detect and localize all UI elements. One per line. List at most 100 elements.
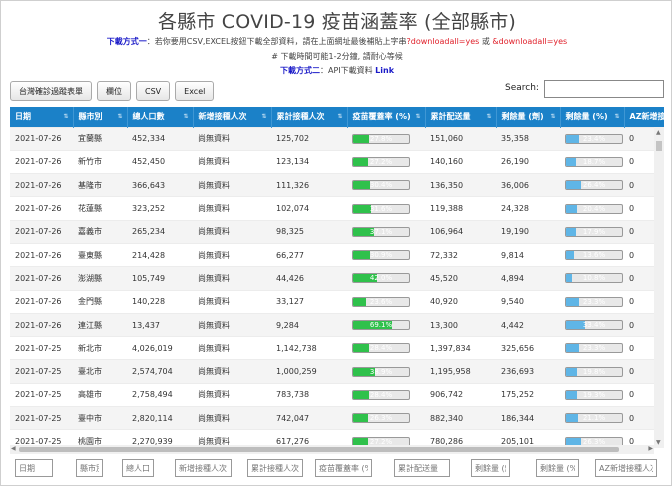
table-cell: 30.4%: [347, 173, 425, 197]
remaining-progress-bar: 33.4%: [565, 320, 623, 331]
table-cell: 151,060: [425, 126, 496, 151]
scroll-down-icon[interactable]: ▼: [656, 439, 661, 446]
column-header-label: 疫苗覆蓋率 (%): [352, 112, 411, 122]
table-row: 2021-07-25 新北市 4,026,019 尚無資料 1,142,738 28.4%…: [10, 336, 664, 360]
remaining-progress-bar: 10.8%: [565, 273, 623, 284]
sort-icon: ⇅: [614, 113, 620, 120]
table-cell: 66,277: [271, 242, 347, 267]
table-cell: 金門縣: [73, 289, 127, 314]
column-filter-input[interactable]: [595, 459, 657, 477]
table-row: 2021-07-25 臺北市 2,574,704 尚無資料 1,000,259 38.9%…: [10, 359, 664, 384]
page-title: 各縣市 COVID-19 疫苗涵蓋率 (全部縣市): [157, 11, 517, 33]
table-cell: 23.4%: [560, 126, 624, 151]
columns-button[interactable]: 欄位: [97, 81, 131, 101]
table-cell: 882,340: [425, 406, 496, 430]
table-cell: 72,332: [425, 242, 496, 267]
table-cell: 4,442: [496, 312, 560, 337]
table-cell: 98,325: [271, 219, 347, 244]
progress-value: 19.8%: [582, 367, 606, 376]
progress-value: 26.3%: [369, 414, 393, 423]
column-header-label: 新增接種人次: [198, 112, 247, 122]
table-cell: 2021-07-26: [10, 196, 73, 221]
table-cell: 26,190: [496, 149, 560, 174]
column-filter-input[interactable]: [175, 459, 232, 477]
api-link[interactable]: Link: [375, 66, 394, 75]
column-filter-input[interactable]: [76, 459, 103, 477]
progress-value: 27.2%: [369, 157, 393, 166]
table-cell: 325,656: [496, 336, 560, 360]
table-cell: 2021-07-25: [10, 406, 73, 430]
table-cell: 175,252: [496, 382, 560, 407]
column-filter-input[interactable]: [394, 459, 450, 477]
column-header-label: AZ新增接種人次: [629, 112, 665, 122]
vertical-scrollbar[interactable]: ▲ ▼: [654, 127, 664, 448]
column-filter-input[interactable]: [315, 459, 372, 477]
column-header-label: 累計配送量: [430, 112, 471, 122]
excel-button[interactable]: Excel: [175, 81, 215, 101]
table-cell: 2021-07-26: [10, 126, 73, 151]
column-filter-input[interactable]: [15, 459, 53, 477]
table-cell: 2,820,114: [127, 406, 193, 430]
progress-value: 19.3%: [582, 390, 606, 399]
sort-icon: ⇅: [660, 113, 664, 120]
table-cell: 323,252: [127, 196, 193, 221]
search-input[interactable]: [544, 80, 664, 98]
progress-value: 23.3%: [582, 297, 606, 306]
coverage-progress-bar: 42.0%: [352, 273, 410, 284]
column-header[interactable]: 累計接種人次 ⇅: [271, 107, 348, 127]
taiwan-cases-button[interactable]: 台灣確診過蹤表單: [10, 81, 92, 101]
coverage-progress-bar: 30.4%: [352, 180, 410, 191]
progress-value: 18.7%: [582, 157, 606, 166]
table-cell: 140,228: [127, 289, 193, 314]
column-filter-input[interactable]: [536, 459, 579, 477]
scroll-up-icon[interactable]: ▲: [656, 129, 661, 136]
table-cell: 214,428: [127, 242, 193, 267]
column-header[interactable]: 剩餘量 (%) ⇅: [560, 107, 625, 127]
table-cell: 783,738: [271, 382, 347, 407]
table-cell: 27.2%: [347, 149, 425, 174]
table-cell: 27.8%: [347, 126, 425, 151]
table-cell: 30.9%: [347, 242, 425, 267]
csv-button[interactable]: CSV: [136, 81, 171, 101]
column-header[interactable]: AZ新增接種人次⇅: [624, 107, 664, 127]
progress-value: 17.9%: [582, 227, 606, 236]
column-filter-input[interactable]: [471, 459, 510, 477]
table-cell: 尚無資料: [193, 289, 271, 314]
table-cell: 37.1%: [347, 219, 425, 244]
horizontal-scroll-thumb[interactable]: [19, 447, 619, 452]
coverage-progress-bar: 28.4%: [352, 389, 410, 400]
scroll-left-icon[interactable]: ◀: [11, 445, 16, 452]
column-filter-input[interactable]: [247, 459, 303, 477]
sort-icon: ⇅: [550, 113, 556, 120]
column-header[interactable]: 剩餘量 (劑) ⇅: [496, 107, 561, 127]
table-cell: 13,300: [425, 312, 496, 337]
column-header[interactable]: 縣市別 ⇅: [73, 107, 128, 127]
scroll-right-icon[interactable]: ▶: [648, 445, 653, 452]
remaining-progress-bar: 18.7%: [565, 156, 623, 167]
column-header[interactable]: 日期 ⇅: [10, 107, 74, 127]
table-cell: 高雄市: [73, 382, 127, 407]
download-param-1: ?downloadall=yes: [406, 37, 480, 46]
progress-value: 20.4%: [582, 204, 606, 213]
search-label: Search:: [505, 83, 539, 93]
progress-value: 28.4%: [369, 390, 393, 399]
column-header[interactable]: 總人口數 ⇅: [127, 107, 194, 127]
progress-value: 26.4%: [582, 181, 606, 190]
progress-value: 23.3%: [582, 344, 606, 353]
table-cell: 31.6%: [347, 196, 425, 221]
remaining-progress-bar: 13.6%: [565, 250, 623, 261]
progress-value: 27.8%: [369, 134, 393, 143]
progress-value: 23.4%: [582, 134, 606, 143]
table-cell: 42.0%: [347, 266, 425, 291]
vertical-scroll-thumb[interactable]: [656, 141, 662, 151]
column-filter-input[interactable]: [122, 459, 154, 477]
table-cell: 2021-07-26: [10, 242, 73, 267]
coverage-progress-bar: 38.9%: [352, 366, 410, 377]
table-cell: 13.6%: [560, 242, 624, 267]
horizontal-scrollbar[interactable]: ◀ ▶: [10, 445, 654, 454]
column-header[interactable]: 累計配送量 ⇅: [425, 107, 497, 127]
table-cell: 9,284: [271, 312, 347, 337]
table-cell: 33,127: [271, 289, 347, 314]
column-header[interactable]: 新增接種人次 ⇅: [193, 107, 272, 127]
column-header[interactable]: 疫苗覆蓋率 (%) ⇅: [347, 107, 426, 127]
